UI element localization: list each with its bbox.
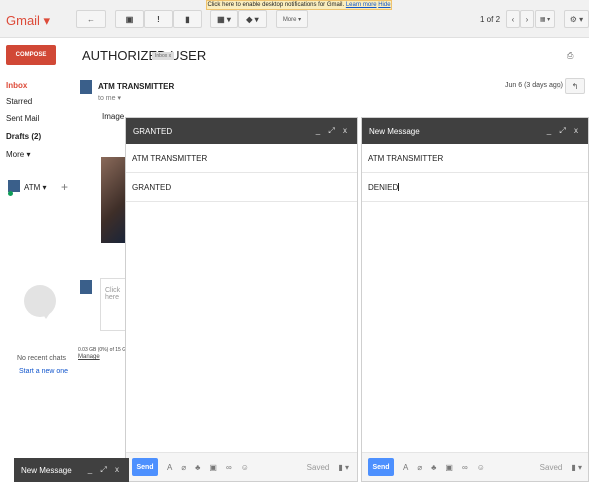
subject-text: DENIED <box>368 182 399 192</box>
star-icon[interactable]: ☆ <box>555 81 563 92</box>
compose-button[interactable]: COMPOSE <box>6 45 56 65</box>
spam-button[interactable]: ! <box>144 10 173 28</box>
archive-button[interactable]: ▣ <box>115 10 144 28</box>
compose-header[interactable]: GRANTED _ ⤢ x <box>126 118 357 144</box>
compose-footer: Send A ⌀ ♣ ▣ ∞ ☺ Saved ▮ ▾ <box>126 452 357 481</box>
email-subject: AUTHORIZED USER <box>82 48 207 63</box>
spam-icon: ! <box>157 14 160 24</box>
formatting-icon[interactable]: A <box>167 463 172 472</box>
photo-icon[interactable]: ▣ <box>209 463 217 472</box>
link-icon[interactable]: ∞ <box>462 463 468 472</box>
drive-icon[interactable]: ♣ <box>431 463 436 472</box>
email-body: Image <box>102 112 125 121</box>
reply-avatar <box>80 280 92 294</box>
compose-window-granted: GRANTED _ ⤢ x ATM TRANSMITTER GRANTED Se… <box>125 117 358 482</box>
account-menu[interactable]: ATM ▾ <box>24 183 47 192</box>
attach-icon[interactable]: ⌀ <box>181 463 186 472</box>
inbox-label-chip[interactable]: Inbox x <box>152 52 175 60</box>
back-icon: ← <box>87 14 95 24</box>
archive-icon: ▣ <box>125 14 134 24</box>
compose-body[interactable] <box>362 203 588 427</box>
learn-more-link[interactable]: Learn more <box>346 2 377 8</box>
compose-header[interactable]: New Message _ ⤢ x <box>362 118 588 144</box>
prev-button[interactable]: ‹ <box>506 10 520 28</box>
status-dot <box>8 191 13 196</box>
next-button[interactable]: › <box>520 10 534 28</box>
move-to-button[interactable]: ▦ ▾ <box>210 10 238 28</box>
discard-icon[interactable]: ▮ ▾ <box>338 463 349 472</box>
print-icon[interactable]: ⎙ <box>567 51 573 61</box>
chevron-left-icon: ‹ <box>511 14 515 24</box>
sidebar-item-starred[interactable]: Starred <box>6 97 32 106</box>
window-controls[interactable]: _ ⤢ x <box>547 126 581 136</box>
window-controls[interactable]: _ ⤢ x <box>316 126 350 136</box>
view-icon: ▦ ▾ <box>539 16 551 23</box>
no-chats-text: No recent chats <box>17 355 67 362</box>
reply-placeholder: Click here <box>105 287 121 301</box>
saved-status: Saved <box>539 462 563 472</box>
reply-button[interactable]: ↰ <box>565 78 585 94</box>
photo-icon[interactable]: ▣ <box>445 463 453 472</box>
chevron-right-icon: › <box>525 14 529 24</box>
send-button[interactable]: Send <box>132 458 158 476</box>
settings-button[interactable]: ⚙ ▾ <box>564 10 589 28</box>
sender-name[interactable]: ATM TRANSMITTER <box>98 82 174 91</box>
sidebar-item-drafts[interactable]: Drafts (2) <box>6 132 41 141</box>
emoji-icon[interactable]: ☺ <box>477 463 485 472</box>
text-cursor <box>398 183 400 191</box>
gear-icon: ⚙ ▾ <box>569 14 584 24</box>
sidebar-item-inbox[interactable]: Inbox <box>6 81 27 90</box>
more-button[interactable]: More ▾ <box>276 10 308 28</box>
labels-button[interactable]: ◆ ▾ <box>238 10 267 28</box>
add-chat-button[interactable]: + <box>61 180 68 194</box>
drive-icon[interactable]: ♣ <box>195 463 200 472</box>
pager-text: 1 of 2 <box>480 15 501 24</box>
notification-bar: Click here to enable desktop notificatio… <box>206 0 392 10</box>
folder-icon: ▦ ▾ <box>217 14 231 24</box>
view-button[interactable]: ▦ ▾ <box>535 10 555 28</box>
reply-icon: ↰ <box>571 81 579 91</box>
start-chat-link[interactable]: Start a new one <box>19 368 68 375</box>
minimized-compose[interactable]: New Message _ ⤢ x <box>14 458 129 482</box>
delete-button[interactable]: ▮ <box>173 10 202 28</box>
to-field[interactable]: ATM TRANSMITTER <box>362 144 588 173</box>
window-controls[interactable]: _ ⤢ x <box>88 465 122 475</box>
attached-photo[interactable] <box>101 157 128 243</box>
sidebar-item-sent[interactable]: Sent Mail <box>6 114 39 123</box>
sender-avatar <box>80 80 92 94</box>
link-icon[interactable]: ∞ <box>226 463 232 472</box>
sidebar-item-more[interactable]: More ▾ <box>6 150 30 159</box>
subject-field[interactable]: GRANTED <box>126 173 357 202</box>
to-field[interactable]: ATM TRANSMITTER <box>126 144 357 173</box>
compose-title: New Message <box>369 126 420 136</box>
recipient-dropdown[interactable]: to me ▾ <box>98 94 121 102</box>
hide-link[interactable]: Hide <box>378 2 390 8</box>
header-divider <box>73 68 589 69</box>
label-icon: ◆ ▾ <box>246 14 259 24</box>
compose-body[interactable] <box>126 203 357 427</box>
storage-text: 0.03 GB (0%) of 15 GB <box>78 347 130 353</box>
formatting-icon[interactable]: A <box>403 463 408 472</box>
emoji-icon[interactable]: ☺ <box>241 463 249 472</box>
compose-window-denied: New Message _ ⤢ x ATM TRANSMITTER DENIED… <box>361 117 589 482</box>
discard-icon[interactable]: ▮ ▾ <box>571 463 582 472</box>
saved-status: Saved <box>306 462 330 472</box>
attach-icon[interactable]: ⌀ <box>417 463 422 472</box>
back-button[interactable]: ← <box>76 10 106 28</box>
notification-text: Click here to enable desktop notificatio… <box>207 2 345 8</box>
manage-link[interactable]: Manage <box>78 354 100 360</box>
compose-title: GRANTED <box>133 126 173 136</box>
compose-footer: Send A ⌀ ♣ ▣ ∞ ☺ Saved ▮ ▾ <box>362 452 588 481</box>
trash-icon: ▮ <box>185 14 190 24</box>
hangouts-bubble-tail <box>40 310 52 319</box>
subject-field[interactable]: DENIED <box>362 173 588 202</box>
send-button[interactable]: Send <box>368 458 394 476</box>
gmail-logo[interactable]: Gmail ▾ <box>6 13 50 29</box>
minimized-title: New Message <box>21 465 72 475</box>
